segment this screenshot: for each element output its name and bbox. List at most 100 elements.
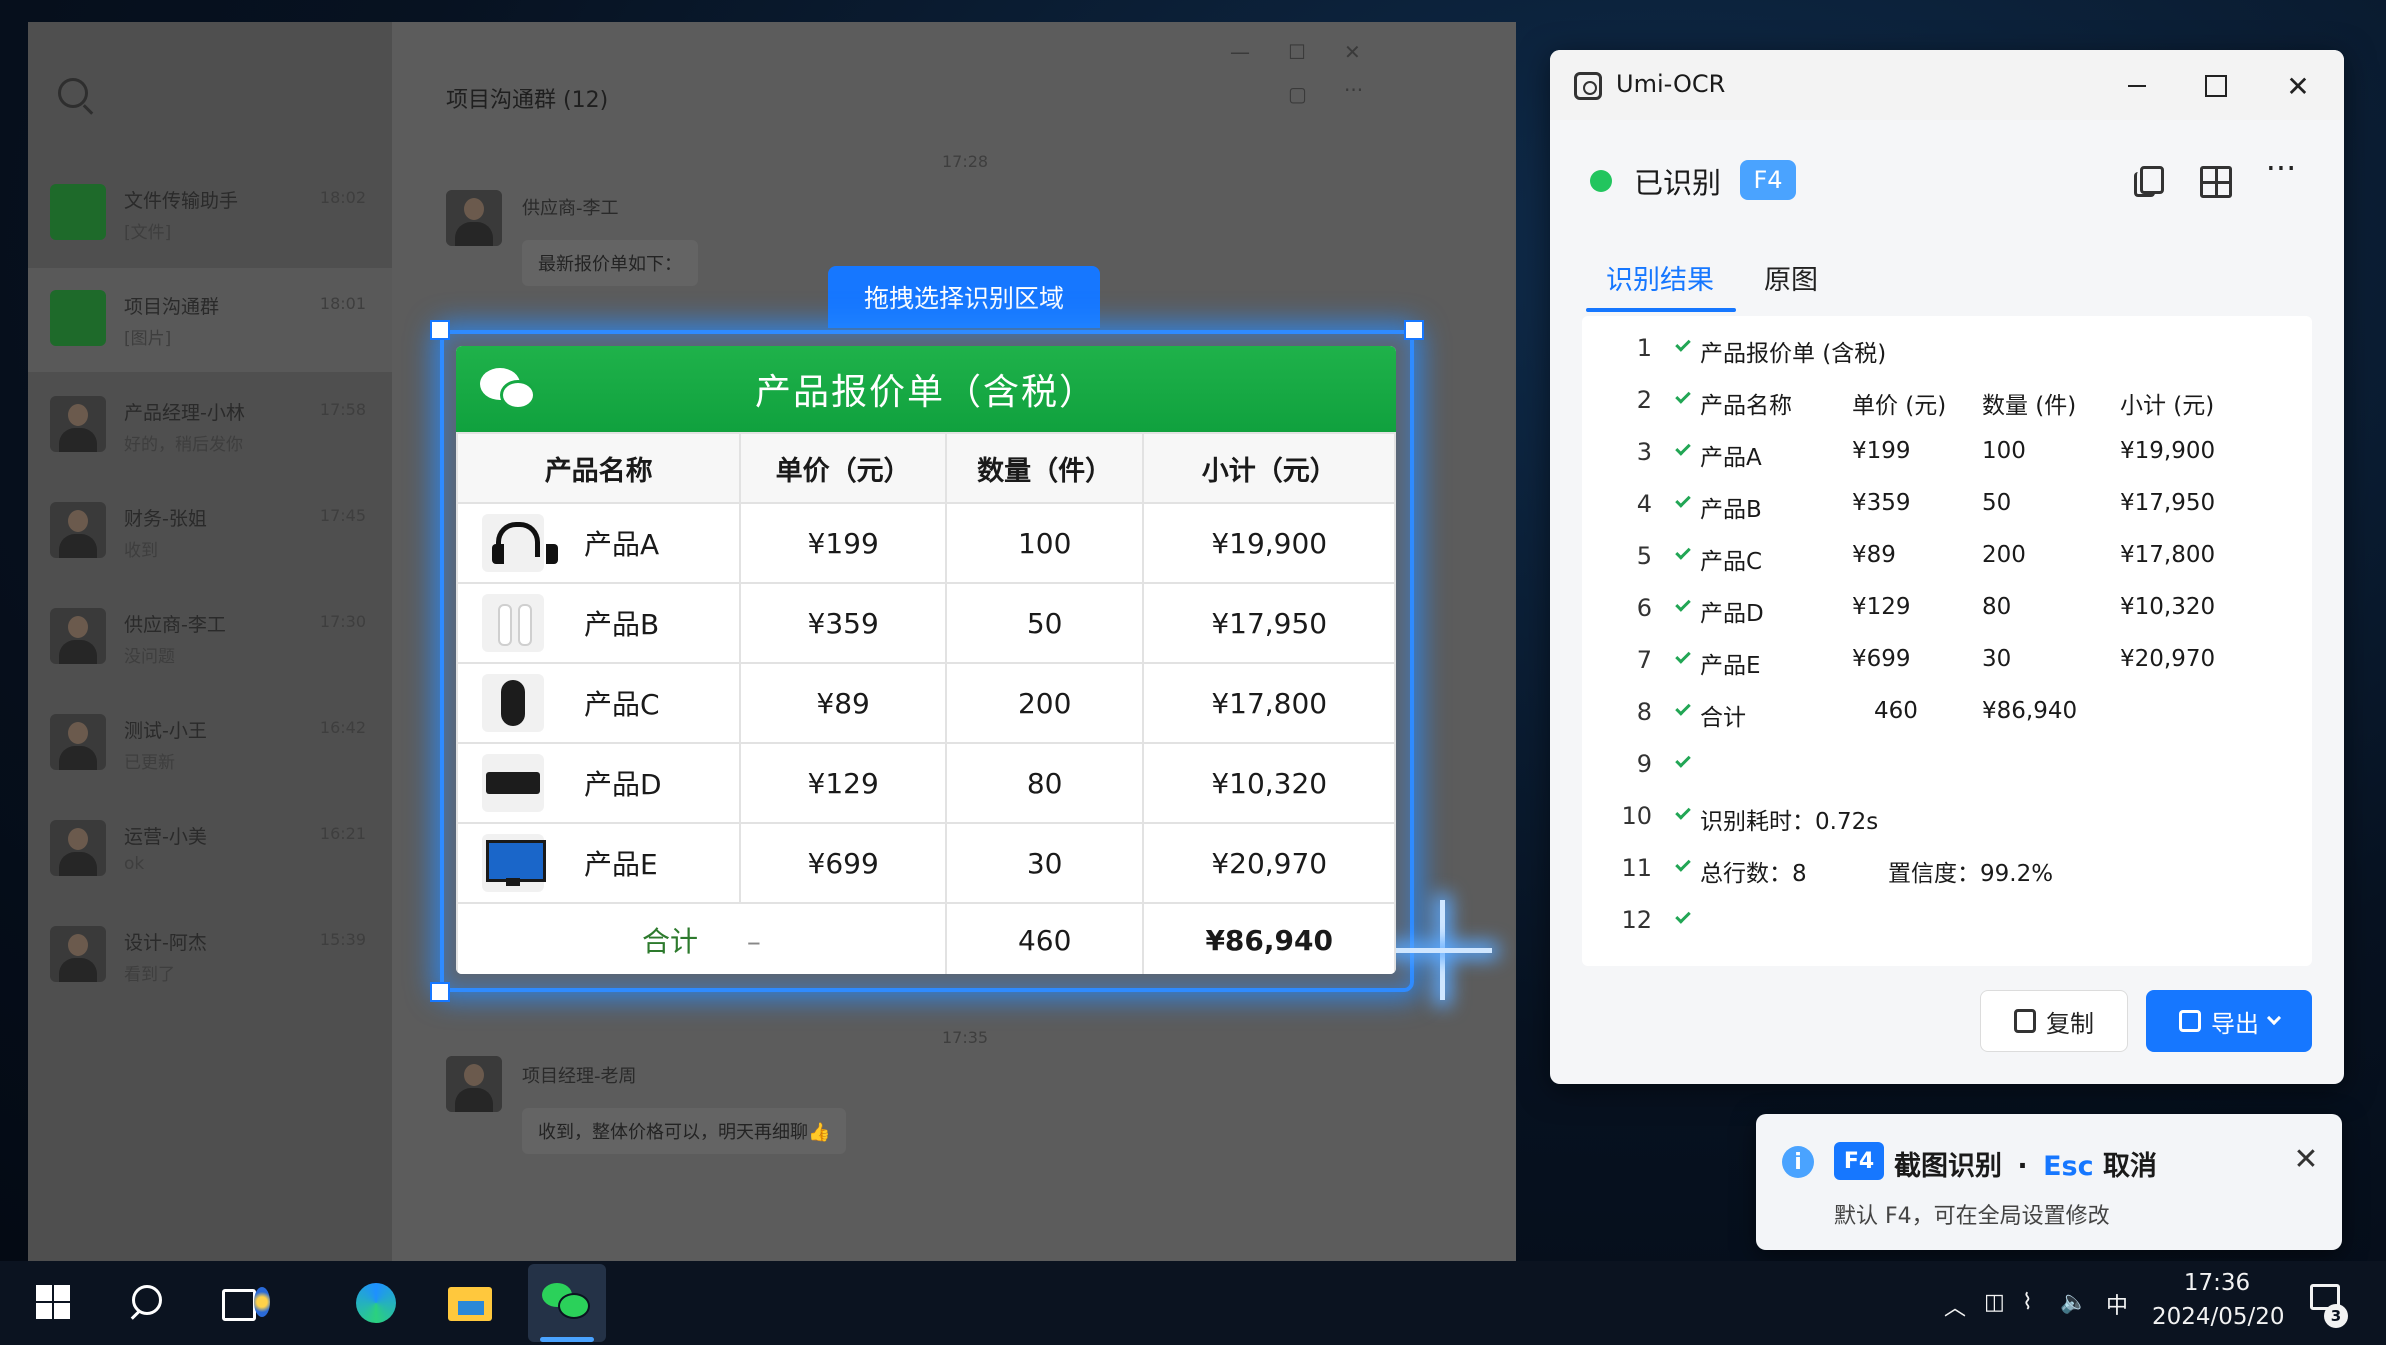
export-button[interactable]: 导出 — [2146, 990, 2312, 1052]
message-bubble[interactable]: 收到，整体价格可以，明天再细聊👍 — [522, 1108, 847, 1154]
resize-handle-top-right[interactable] — [1404, 320, 1424, 340]
title-bar[interactable]: Umi-OCR ✕ — [1550, 50, 2344, 120]
unit-price: ¥89 — [739, 662, 947, 744]
line-number: 8 — [1636, 698, 1652, 726]
line-number: 6 — [1636, 594, 1652, 622]
ocr-text: ¥129 — [1852, 594, 1911, 620]
chat-name: 财务-张姐 — [124, 508, 207, 530]
resize-handle-top-left[interactable] — [430, 320, 450, 340]
check-icon — [1675, 440, 1691, 456]
chat-list-item[interactable]: 供应商-李工 没问题 17:30 — [28, 586, 392, 690]
ocr-result-line[interactable]: 1 产品报价单 (含税) — [1582, 324, 2312, 376]
line-number: 9 — [1636, 750, 1652, 778]
chat-list-item[interactable]: 运营-小美 ok 16:21 — [28, 798, 392, 902]
subtotal: ¥10,320 — [1142, 742, 1396, 824]
close-icon[interactable]: ✕ — [1344, 40, 1361, 64]
ocr-result-line[interactable]: 2 产品名称 单价 (元) 数量 (件) 小计 (元) — [1582, 376, 2312, 428]
clock-date[interactable]: 2024/05/20 — [2152, 1304, 2285, 1330]
ocr-result-line[interactable]: 8 合计 460 ¥86,940 — [1582, 688, 2312, 740]
chat-time: 18:02 — [319, 188, 366, 207]
ocr-result-line[interactable]: 7 产品E ¥699 30 ¥20,970 — [1582, 636, 2312, 688]
ocr-result-line[interactable]: 11 总行数：8 置信度：99.2% — [1582, 844, 2312, 896]
clock-time[interactable]: 17:36 — [2152, 1270, 2282, 1296]
wechat-icon[interactable] — [540, 1277, 592, 1329]
message-bubble[interactable]: 最新报价单如下： — [522, 240, 698, 286]
check-icon — [1675, 492, 1691, 508]
copy-button[interactable]: 复制 — [1980, 990, 2128, 1052]
unit-price: ¥699 — [739, 822, 947, 904]
mouse-icon — [482, 674, 544, 732]
search-icon[interactable] — [122, 1277, 174, 1329]
ime-indicator[interactable]: 中 — [2106, 1288, 2128, 1320]
total-row: 合计 – 460 ¥86,940 — [456, 902, 1396, 974]
ocr-text: ¥359 — [1852, 490, 1911, 516]
ocr-text: 小计 (元) — [2120, 393, 2215, 419]
ocr-text: ¥10,320 — [2120, 594, 2216, 620]
more-options-icon[interactable]: ··· — [2264, 152, 2298, 190]
chat-list-item[interactable]: 项目沟通群 [图片] 18:01 — [28, 268, 392, 372]
total-label: 合计 — [641, 925, 698, 958]
file-explorer-icon[interactable] — [444, 1277, 496, 1329]
line-number: 11 — [1621, 854, 1652, 882]
ocr-text: 30 — [1982, 646, 2012, 672]
chat-list-item[interactable]: 设计-阿杰 看到了 15:39 — [28, 904, 392, 1008]
subtotal: ¥19,900 — [1142, 502, 1396, 584]
quantity: 200 — [944, 662, 1145, 744]
chat-time: 16:42 — [319, 718, 366, 737]
ocr-result-line[interactable]: 3 产品A ¥199 100 ¥19,900 — [1582, 428, 2312, 480]
maximize-icon[interactable]: ☐ — [1288, 40, 1306, 64]
chat-info-icon[interactable]: ▢ — [1288, 82, 1307, 106]
avatar[interactable] — [446, 1056, 502, 1112]
task-view-icon[interactable] — [214, 1277, 270, 1329]
umi-ocr-tray-icon[interactable]: ◫ — [1984, 1290, 2005, 1315]
close-icon[interactable]: ✕ — [2286, 1142, 2326, 1182]
minimize-button[interactable] — [2117, 66, 2157, 106]
copy-icon[interactable] — [2130, 162, 2164, 197]
chat-list-item[interactable]: 财务-张姐 收到 17:45 — [28, 480, 392, 584]
product-cell: 产品B — [456, 582, 742, 664]
volume-icon[interactable]: 🔈 — [2060, 1290, 2087, 1315]
check-icon — [1675, 544, 1691, 560]
search-icon[interactable] — [58, 78, 88, 108]
chevron-up-icon[interactable]: ︿ — [1944, 1290, 1966, 1322]
chat-list-item[interactable]: 测试-小王 已更新 16:42 — [28, 692, 392, 796]
ocr-text: 产品D — [1700, 601, 1764, 627]
ocr-text: 100 — [1982, 438, 2026, 464]
check-icon — [1675, 752, 1691, 768]
ocr-text: 产品A — [1700, 445, 1762, 471]
ocr-result-line[interactable]: 6 产品D ¥129 80 ¥10,320 — [1582, 584, 2312, 636]
tab-original-image[interactable]: 原图 — [1764, 258, 1818, 297]
line-number: 4 — [1636, 490, 1652, 518]
tab-results[interactable]: 识别结果 — [1606, 258, 1714, 297]
windows-start-icon[interactable] — [30, 1277, 82, 1329]
hotkey-notification: i F4 截图识别 · Esc 取消 默认 F4，可在全局设置修改 ✕ — [1756, 1114, 2342, 1250]
layout-grid-icon[interactable] — [2196, 162, 2232, 198]
chat-list-item[interactable]: 产品经理-小林 好的，稍后发你 17:58 — [28, 374, 392, 478]
minimize-icon[interactable]: — — [1230, 40, 1250, 64]
ocr-result-line[interactable]: 5 产品C ¥89 200 ¥17,800 — [1582, 532, 2312, 584]
chat-name: 测试-小王 — [124, 720, 207, 742]
ocr-result-line[interactable]: 9 — [1582, 740, 2312, 792]
umi-ocr-app-icon — [1574, 72, 1602, 100]
ocr-result-line[interactable]: 10 识别耗时：0.72s — [1582, 792, 2312, 844]
avatar — [50, 608, 106, 664]
network-icon[interactable]: ⌇ — [2022, 1290, 2033, 1315]
chat-time: 17:45 — [319, 506, 366, 525]
ocr-text: ¥19,900 — [2120, 438, 2216, 464]
ocr-result-line[interactable]: 4 产品B ¥359 50 ¥17,950 — [1582, 480, 2312, 532]
maximize-button[interactable] — [2196, 66, 2236, 106]
edge-browser-icon[interactable] — [350, 1277, 402, 1329]
table-row: 产品A ¥199 100 ¥19,900 — [456, 502, 1396, 584]
table-row: 产品D ¥129 80 ¥10,320 — [456, 742, 1396, 824]
ocr-result-list[interactable]: 1 产品报价单 (含税) 2 产品名称 单价 (元) 数量 (件) 小计 (元) 3 产品A ¥1… — [1582, 316, 2312, 966]
chat-name: 产品经理-小林 — [124, 402, 245, 424]
ocr-result-line[interactable]: 12 — [1582, 896, 2312, 948]
quantity: 50 — [944, 582, 1145, 664]
resize-handle-bottom-left[interactable] — [430, 982, 450, 1002]
close-button[interactable]: ✕ — [2278, 66, 2318, 106]
avatar[interactable] — [446, 190, 502, 246]
chat-list-item[interactable]: 文件传输助手 [文件] 18:02 — [28, 162, 392, 266]
ocr-text: 460 — [1874, 698, 1918, 724]
keyboard-icon — [482, 754, 544, 812]
more-icon[interactable]: ··· — [1344, 78, 1363, 102]
